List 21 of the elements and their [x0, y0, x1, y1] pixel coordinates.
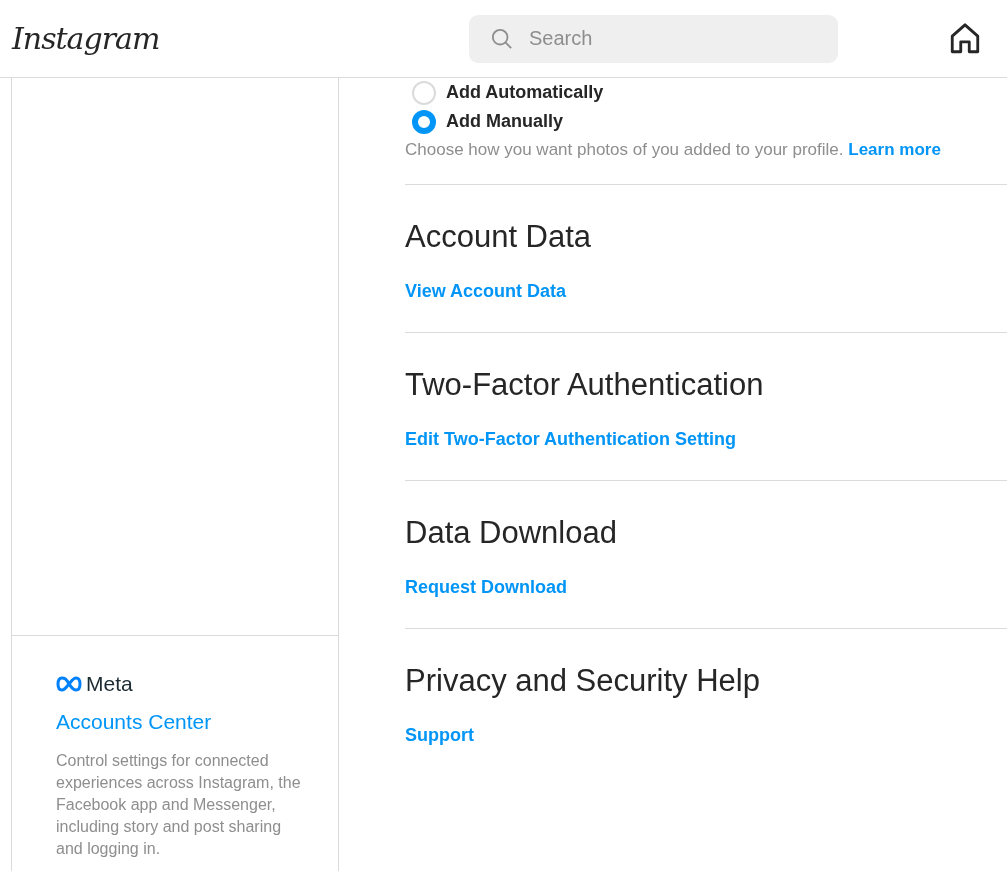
infinity-logo-icon — [56, 676, 82, 692]
section-link[interactable]: View Account Data — [405, 281, 567, 301]
brand-name: Meta — [86, 672, 133, 696]
section-link[interactable]: Support — [405, 725, 474, 745]
radio-label[interactable]: Add Manually — [446, 111, 563, 132]
search-icon — [491, 27, 513, 50]
radio-button[interactable] — [412, 109, 436, 134]
section-heading: Data Download — [405, 515, 618, 551]
section-heading: Privacy and Security Help — [405, 663, 761, 699]
photo-caption: Choose how you want photos of you added to your profile. Learn more — [405, 140, 1007, 185]
section-heading: Account Data — [405, 219, 593, 255]
search-field[interactable]: Search — [469, 14, 838, 63]
home-icon[interactable] — [948, 21, 982, 56]
accounts-center-link[interactable]: Accounts Center — [56, 710, 212, 734]
accounts-center-description: Control settings for connected experiences across Instagram, the Facebook app and Messenger, including story and post sharing and logging in. — [56, 751, 302, 859]
section-link[interactable]: Request Download — [405, 577, 567, 597]
radio-label[interactable]: Add Automatically — [446, 82, 604, 103]
section-heading: Two-Factor Authentication — [405, 367, 765, 403]
learn-more-link[interactable]: Learn more — [848, 140, 941, 159]
instagram-logo[interactable]: Instagram — [12, 21, 469, 56]
section-link[interactable]: Edit Two-Factor Authentication Setting — [405, 429, 736, 449]
